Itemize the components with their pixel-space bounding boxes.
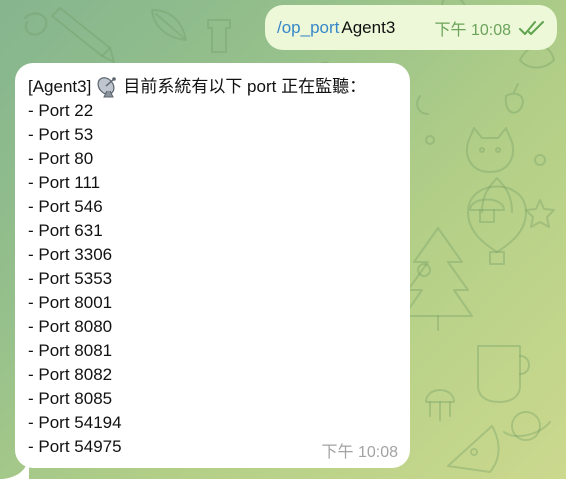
command-argument: Agent3 [341,17,396,37]
outgoing-message-bubble[interactable]: /op_port Agent3 下午 10:08 [265,5,557,50]
port-list-item: - Port 111 [28,173,101,192]
port-list-item: - Port 8085 [28,389,113,408]
port-list-item: - Port 8082 [28,365,113,384]
satellite-antenna-icon [97,77,117,98]
port-list-item: - Port 8001 [28,293,113,312]
port-list-item: - Port 631 [28,221,103,240]
message-header-line: [Agent3] 目前系統有以下 port 正在監聽： [28,75,398,99]
double-check-icon [519,20,544,35]
message-prefix: [Agent3] [28,77,92,96]
port-list-item: - Port 5353 [28,269,113,288]
message-header-text: 目前系統有以下 port 正在監聽： [123,77,367,96]
incoming-message-time: 下午 10:08 [321,444,399,461]
outgoing-message-time: 下午 10:08 [434,21,512,39]
port-list-item: - Port 8081 [28,341,113,360]
port-list-item: - Port 546 [28,197,103,216]
port-list-item: - Port 80 [28,149,94,168]
port-list-item: - Port 53 [28,125,94,144]
port-list-item: - Port 22 [28,101,94,120]
outgoing-message-meta: 下午 10:08 [435,16,546,40]
command-link[interactable]: /op_port [277,18,339,38]
incoming-message-bubble[interactable]: [Agent3] 目前系統有以下 port 正在監聽： - Port 22 - … [15,63,410,468]
port-list-item: - Port 3306 [28,245,113,264]
port-list-item: - Port 54194 [28,413,122,432]
port-list-item: - Port 8080 [28,317,113,336]
